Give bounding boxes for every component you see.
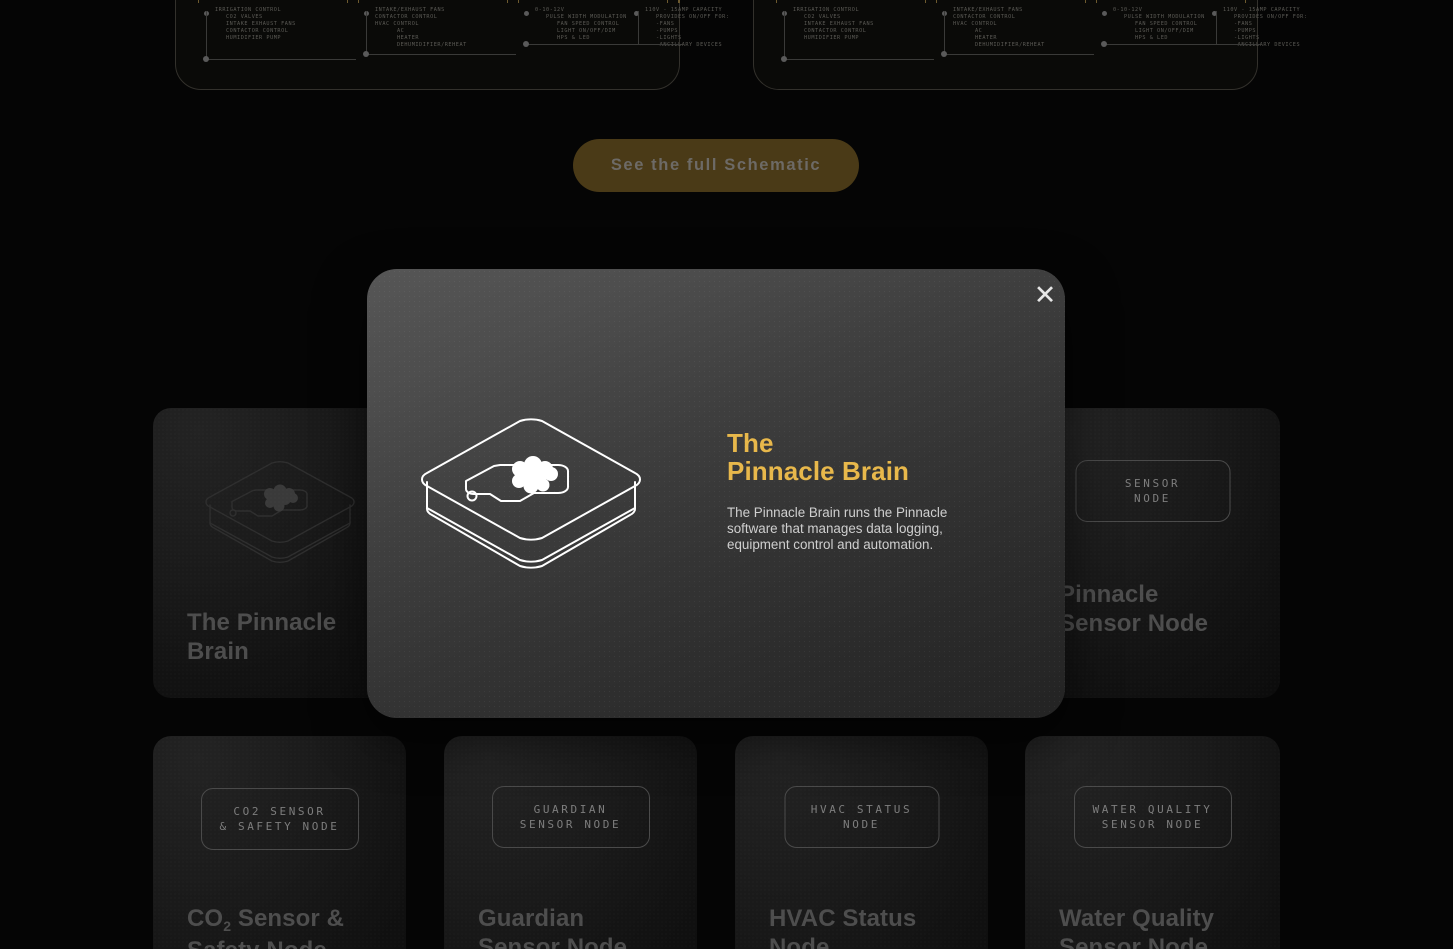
card-badge: SENSOR NODE — [1075, 460, 1230, 522]
product-card-guardian-sensor-node[interactable]: GUARDIAN SENSOR NODE Guardian Sensor Node — [444, 736, 697, 949]
schematic-panel-right: IRRIGATION CONTROL CO2 VALVES INTAKE EXHA… — [753, 0, 1307, 90]
modal-title: The Pinnacle Brain — [727, 428, 910, 486]
app-page: IRRIGATION CONTROL CO2 VALVES INTAKE EXHA… — [0, 0, 1453, 949]
schematic-panel-left: IRRIGATION CONTROL CO2 VALVES INTAKE EXHA… — [175, 0, 729, 90]
close-icon[interactable]: ✕ — [1030, 280, 1060, 310]
schematic-column: 0-10-12V PULSE WIDTH MODULATION FAN SPEED… — [1102, 7, 1205, 42]
schematic-row: IRRIGATION CONTROL CO2 VALVES INTAKE EXHA… — [0, 0, 1453, 90]
modal-text-block: The Pinnacle Brain The Pinnacle Brain run… — [727, 429, 987, 552]
schematic-column: INTAKE/EXHAUST FANS CONTACTOR CONTROL HV… — [364, 7, 467, 50]
schematic-column: IRRIGATION CONTROL CO2 VALVES INTAKE EXHA… — [782, 7, 874, 42]
card-badge: GUARDIAN SENSOR NODE — [491, 786, 650, 848]
card-badge: HVAC STATUS NODE — [784, 786, 939, 848]
card-title: Pinnacle Sensor Node — [1059, 581, 1209, 637]
schematic-column: INTAKE/EXHAUST FANS CONTACTOR CONTROL HV… — [942, 7, 1045, 50]
card-title: Water Quality Sensor Node — [1059, 905, 1215, 949]
card-badge: CO2 SENSOR & SAFETY NODE — [200, 788, 359, 850]
isometric-brain-cube-icon — [190, 450, 370, 600]
schematic-column: IRRIGATION CONTROL CO2 VALVES INTAKE EXHA… — [204, 7, 296, 42]
schematic-column-text: IRRIGATION CONTROL CO2 VALVES INTAKE EXHA… — [215, 7, 296, 42]
card-title: Guardian Sensor Node — [478, 905, 628, 949]
schematic-column-text: 0-10-12V PULSE WIDTH MODULATION FAN SPEED… — [1113, 7, 1205, 42]
product-card-co2-safety-node[interactable]: CO2 SENSOR & SAFETY NODE CO2 Sensor &Saf… — [153, 736, 406, 949]
card-title: CO2 Sensor &Safety Node — [187, 905, 345, 949]
product-card-hvac-status-node[interactable]: HVAC STATUS NODE HVAC Status Node — [735, 736, 988, 949]
product-card-water-quality-sensor-node[interactable]: WATER QUALITY SENSOR NODE Water Quality S… — [1025, 736, 1280, 949]
schematic-column-text: INTAKE/EXHAUST FANS CONTACTOR CONTROL HV… — [375, 7, 467, 49]
schematic-column-text: IRRIGATION CONTROL CO2 VALVES INTAKE EXHA… — [793, 7, 874, 42]
card-title: HVAC Status Node — [769, 905, 917, 949]
card-title: The Pinnacle Brain — [187, 609, 337, 665]
schematic-column-text: INTAKE/EXHAUST FANS CONTACTOR CONTROL HV… — [953, 7, 1045, 49]
modal-description: The Pinnacle Brain runs the Pinnacle sof… — [727, 505, 948, 552]
schematic-column: 0-10-12V PULSE WIDTH MODULATION FAN SPEED… — [524, 7, 627, 42]
isometric-brain-cube-icon — [412, 409, 662, 594]
card-badge: WATER QUALITY SENSOR NODE — [1073, 786, 1232, 848]
schematic-column-text: 0-10-12V PULSE WIDTH MODULATION FAN SPEED… — [535, 7, 627, 42]
see-full-schematic-button[interactable]: See the full Schematic — [573, 139, 859, 192]
product-detail-modal: The Pinnacle Brain The Pinnacle Brain run… — [367, 269, 1065, 718]
